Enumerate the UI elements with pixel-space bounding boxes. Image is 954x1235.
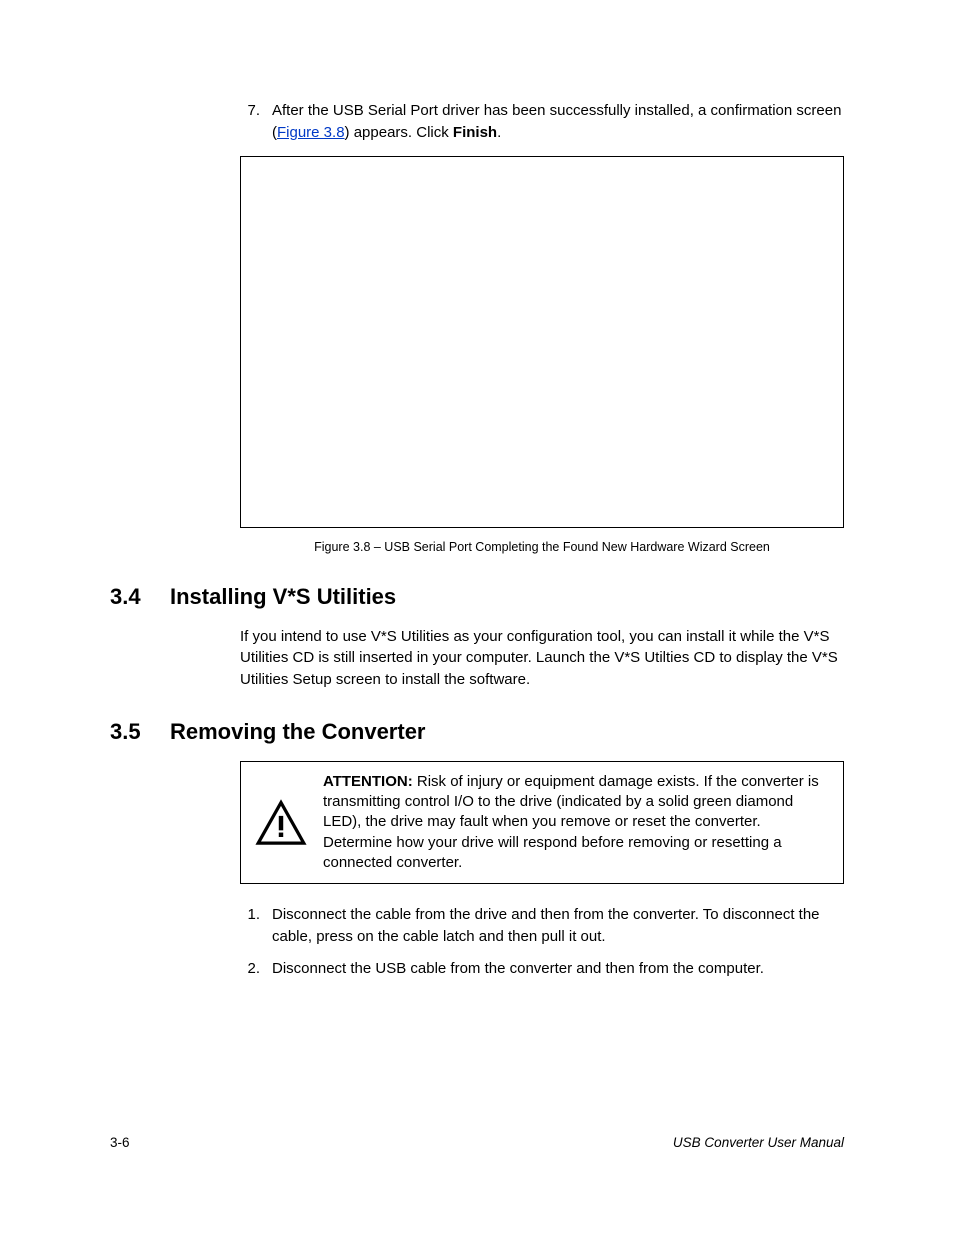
section-title: Removing the Converter bbox=[170, 719, 426, 745]
document-page: 7. After the USB Serial Port driver has … bbox=[0, 0, 954, 1235]
attention-callout: ATTENTION: Risk of injury or equipment d… bbox=[240, 761, 844, 884]
section-title: Installing V*S Utilities bbox=[170, 584, 396, 610]
manual-title: USB Converter User Manual bbox=[673, 1135, 844, 1150]
step-number: 1. bbox=[240, 904, 260, 948]
step-text: Disconnect the cable from the drive and … bbox=[272, 904, 844, 948]
step-text: After the USB Serial Port driver has bee… bbox=[272, 100, 844, 144]
figure-3-8-placeholder bbox=[240, 156, 844, 528]
step-7: 7. After the USB Serial Port driver has … bbox=[240, 100, 844, 144]
figure-caption: Figure 3.8 – USB Serial Port Completing … bbox=[240, 540, 844, 554]
warning-icon bbox=[253, 772, 309, 873]
section-3-4-body: If you intend to use V*S Utilities as yo… bbox=[240, 626, 844, 691]
page-number: 3-6 bbox=[110, 1135, 130, 1150]
section-3-5-heading: 3.5 Removing the Converter bbox=[110, 719, 844, 745]
step-number: 7. bbox=[240, 100, 260, 144]
text-run: ) appears. Click bbox=[345, 124, 453, 141]
step-number: 2. bbox=[240, 958, 260, 980]
paragraph: If you intend to use V*S Utilities as yo… bbox=[240, 626, 844, 691]
attention-label: ATTENTION: bbox=[323, 773, 413, 790]
section-3-5-body: ATTENTION: Risk of injury or equipment d… bbox=[240, 761, 844, 980]
attention-text: ATTENTION: Risk of injury or equipment d… bbox=[323, 772, 831, 873]
text-run: . bbox=[497, 124, 501, 141]
step-list: 7. After the USB Serial Port driver has … bbox=[240, 100, 844, 554]
step-text: Disconnect the USB cable from the conver… bbox=[272, 958, 844, 980]
section-number: 3.4 bbox=[110, 584, 152, 610]
section-number: 3.5 bbox=[110, 719, 152, 745]
bold-text: Finish bbox=[453, 124, 497, 141]
step-2: 2. Disconnect the USB cable from the con… bbox=[240, 958, 844, 980]
section-3-4-heading: 3.4 Installing V*S Utilities bbox=[110, 584, 844, 610]
figure-link[interactable]: Figure 3.8 bbox=[277, 124, 345, 141]
step-1: 1. Disconnect the cable from the drive a… bbox=[240, 904, 844, 948]
page-footer: 3-6 USB Converter User Manual bbox=[110, 1135, 844, 1150]
